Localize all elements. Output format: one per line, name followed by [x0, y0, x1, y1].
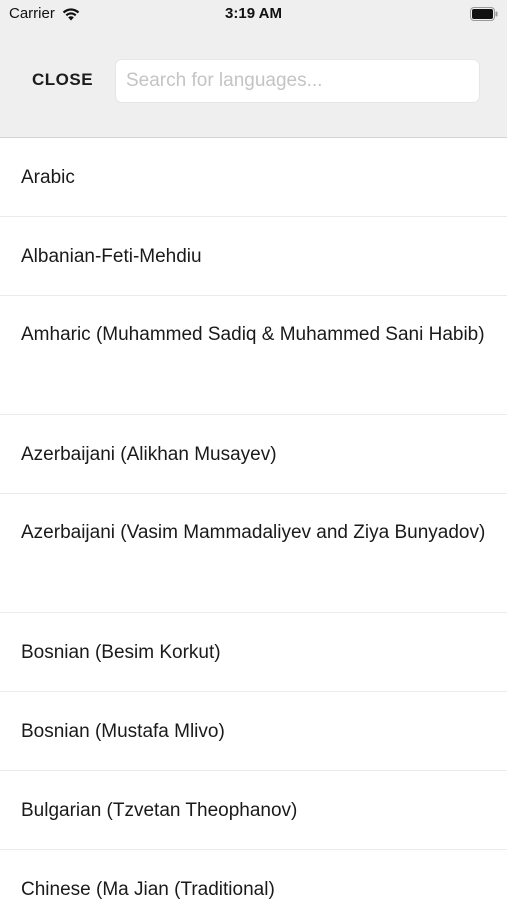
status-time: 3:19 AM	[225, 5, 282, 22]
language-item-albanian[interactable]: Albanian-Feti-Mehdiu	[0, 217, 507, 296]
language-picker-screen: Carrier 3:19 AM CLOSE Arabic Albanian-Fe…	[0, 0, 507, 900]
language-list: Arabic Albanian-Feti-Mehdiu Amharic (Muh…	[0, 138, 507, 900]
search-header: CLOSE	[0, 30, 507, 138]
language-item-azerbaijani-mammadaliyev[interactable]: Azerbaijani (Vasim Mammadaliyev and Ziya…	[0, 494, 507, 613]
language-item-amharic[interactable]: Amharic (Muhammed Sadiq & Muhammed Sani …	[0, 296, 507, 415]
language-item-bosnian-korkut[interactable]: Bosnian (Besim Korkut)	[0, 613, 507, 692]
status-bar: Carrier 3:19 AM	[0, 0, 507, 30]
language-item-azerbaijani-musayev[interactable]: Azerbaijani (Alikhan Musayev)	[0, 415, 507, 494]
battery-icon	[470, 7, 498, 21]
language-item-bosnian-mlivo[interactable]: Bosnian (Mustafa Mlivo)	[0, 692, 507, 771]
language-search-input[interactable]	[115, 59, 480, 103]
language-item-chinese[interactable]: Chinese (Ma Jian (Traditional)	[0, 850, 507, 900]
language-item-bulgarian[interactable]: Bulgarian (Tzvetan Theophanov)	[0, 771, 507, 850]
close-button[interactable]: CLOSE	[32, 70, 93, 90]
language-item-arabic[interactable]: Arabic	[0, 138, 507, 217]
